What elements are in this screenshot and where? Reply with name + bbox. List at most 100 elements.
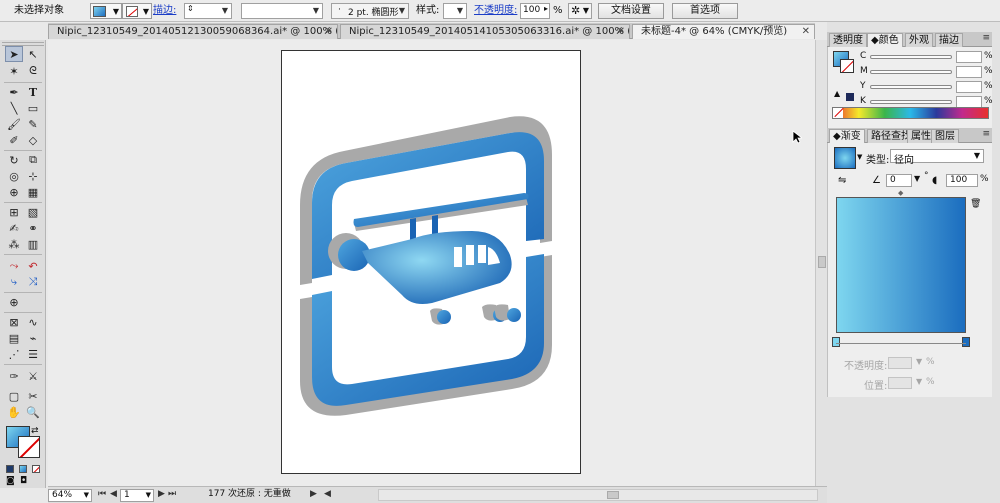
chevron-down-icon[interactable]: ▼ [857,153,862,161]
horizontal-scrollbar[interactable] [378,489,818,501]
zoom-tool-icon[interactable]: 🔍 [24,404,42,420]
zoom-field[interactable]: 64% ▼ [48,489,92,502]
stroke-weight-field[interactable]: ⇕ ▼ [184,3,232,19]
line-tool-icon[interactable]: ╲ [5,100,23,116]
none-swatch-icon[interactable] [833,108,843,118]
vertical-scrollbar[interactable] [815,40,827,486]
pen-alt-tool-icon[interactable]: ✑ [5,368,23,384]
last-artboard-icon[interactable]: ⏭ [168,489,176,502]
magenta-channel[interactable]: M% [860,66,993,78]
cyan-channel[interactable]: C% [860,51,993,63]
artboard-tool-icon[interactable]: ⊠ [5,314,23,330]
pencil-tool-icon[interactable]: ✎ [24,116,42,132]
bar-tool-icon[interactable]: ☰ [24,346,42,362]
blend-tool-icon[interactable]: ⚭ [24,220,42,236]
close-icon[interactable]: ✕ [617,25,625,39]
slice-select-tool-icon[interactable]: ▢ [5,388,23,404]
out-of-gamut-icon[interactable]: ▲ [834,89,840,98]
gradient-type-select[interactable]: 径向 ▼ [890,149,984,166]
perspective-grid-tool-icon[interactable]: ▦ [24,184,42,200]
tab-layers[interactable]: 图层 [931,129,959,143]
scissors-tool-icon[interactable]: ✂ [24,388,42,404]
gradient-tool-icon[interactable]: ▧ [24,204,42,220]
scatter-tool-icon[interactable]: ⋰ [5,346,23,362]
document-setup-button[interactable]: 文档设置 [598,3,664,19]
opacity-field[interactable]: 100 ▸ [520,3,550,19]
slice-tool-icon[interactable]: ∿ [24,314,42,330]
pen-tool-icon[interactable]: ✒ [5,84,23,100]
column-graph-tool-icon[interactable]: ▥ [24,236,42,252]
knife-tool-icon[interactable]: ⚔ [24,368,42,384]
chevron-down-icon[interactable]: ▼ [146,490,151,501]
gradient-stop-start[interactable] [832,337,840,347]
none-mode-icon[interactable] [32,465,40,473]
stop-opacity-field[interactable] [888,357,912,369]
direct-selection-tool-icon[interactable]: ↖ [24,46,42,62]
tab-appearance[interactable]: 外观 [905,33,933,47]
chevron-down-icon[interactable]: ▼ [313,6,319,15]
first-artboard-icon[interactable]: ⏮ [98,489,106,502]
blob-brush-tool-icon[interactable]: ✐ [5,132,23,148]
type-tool-icon[interactable]: T [24,84,42,100]
chevron-down-icon[interactable]: ▼ [914,174,920,183]
next-artboard-icon[interactable]: ▶ [158,489,165,502]
hand-tool-icon[interactable]: ✋ [5,404,23,420]
tab-gradient[interactable]: ◆渐变 [829,129,865,143]
graph-tool-icon[interactable]: ▤ [5,330,23,346]
color-mode-icon[interactable] [6,465,14,473]
scrollbar-thumb[interactable] [607,491,619,499]
channel-value[interactable] [956,81,982,93]
draw-normal-icon[interactable]: ◙ [6,476,15,486]
eraser-tool-icon[interactable]: ◇ [24,132,42,148]
tab-color[interactable]: ◆颜色 [867,33,903,47]
scale-tool-icon[interactable]: ⧉ [24,152,42,168]
warp-tool-icon[interactable]: ◎ [5,168,23,184]
style-swatch-field[interactable]: ▼ [443,3,467,19]
yellow-channel[interactable]: Y% [860,81,993,93]
chevron-down-icon[interactable]: ▼ [222,6,228,15]
channel-slider[interactable] [870,70,952,74]
chevron-down-icon[interactable]: ▼ [457,6,463,15]
opacity-link[interactable]: 不透明度: [474,3,517,19]
status-menu-icon[interactable]: ▶ [310,489,317,502]
artboard[interactable] [281,50,581,474]
reverse-gradient-icon[interactable]: ⇋ [838,175,846,186]
preferences-button[interactable]: 首选项 [672,3,738,19]
tab-document-3[interactable]: 未标题-4* @ 64% (CMYK/预览) ✕ [632,24,815,39]
rectangle-tool-icon[interactable]: ▭ [24,100,42,116]
magic-wand-tool-icon[interactable]: ✶ [5,63,23,79]
channel-slider[interactable] [870,100,952,104]
helicopter-icon-artwork[interactable] [282,51,582,475]
curve-tool-icon[interactable]: ⤨ [24,274,42,290]
scroll-left-icon[interactable]: ◀ [324,489,331,502]
width-tool-icon[interactable]: ⤳ [5,258,23,274]
panel-menu-icon[interactable]: ≡ [982,33,990,43]
gradient-mode-icon[interactable] [19,465,27,473]
channel-value[interactable] [956,66,982,78]
angle-field[interactable]: 0 [886,174,912,187]
close-icon[interactable]: ✕ [325,25,333,39]
channel-value[interactable] [956,51,982,63]
convert-anchor-tool-icon[interactable]: ⤷ [5,274,23,290]
tab-stroke[interactable]: 描边 [935,33,963,47]
rotate-tool-icon[interactable]: ↻ [5,152,23,168]
panel-menu-icon[interactable]: ≡ [982,129,990,139]
close-icon[interactable]: ✕ [802,25,810,39]
anchor-tool-icon[interactable]: ↶ [24,258,42,274]
chevron-down-icon[interactable]: ▼ [84,490,89,501]
last-color-swatch[interactable] [846,93,854,101]
delete-stop-icon[interactable]: 🗑 [970,199,981,209]
channel-slider[interactable] [870,85,952,89]
stop-location-field[interactable] [888,377,912,389]
artboard-number-field[interactable]: 1 ▼ [120,489,154,502]
aspect-ratio-field[interactable]: 100 [946,174,978,187]
free-transform-tool-icon[interactable]: ⊹ [24,168,42,184]
previous-artboard-icon[interactable]: ◀ [110,489,117,502]
gradient-slider-track[interactable] [836,343,966,344]
tab-document-2[interactable]: Nipic_12310549_20140514105305063316.ai* … [340,24,630,39]
tab-document-1[interactable]: Nipic_12310549_20140512130059068364.ai* … [48,24,338,39]
screen-mode-icon[interactable]: ◘ [20,476,27,486]
brush-definition-field[interactable]: · 2 pt. 椭圆形 ▼ [331,3,409,19]
paintbrush-tool-icon[interactable]: 🖌 [5,116,23,132]
color-spectrum[interactable] [832,107,989,119]
